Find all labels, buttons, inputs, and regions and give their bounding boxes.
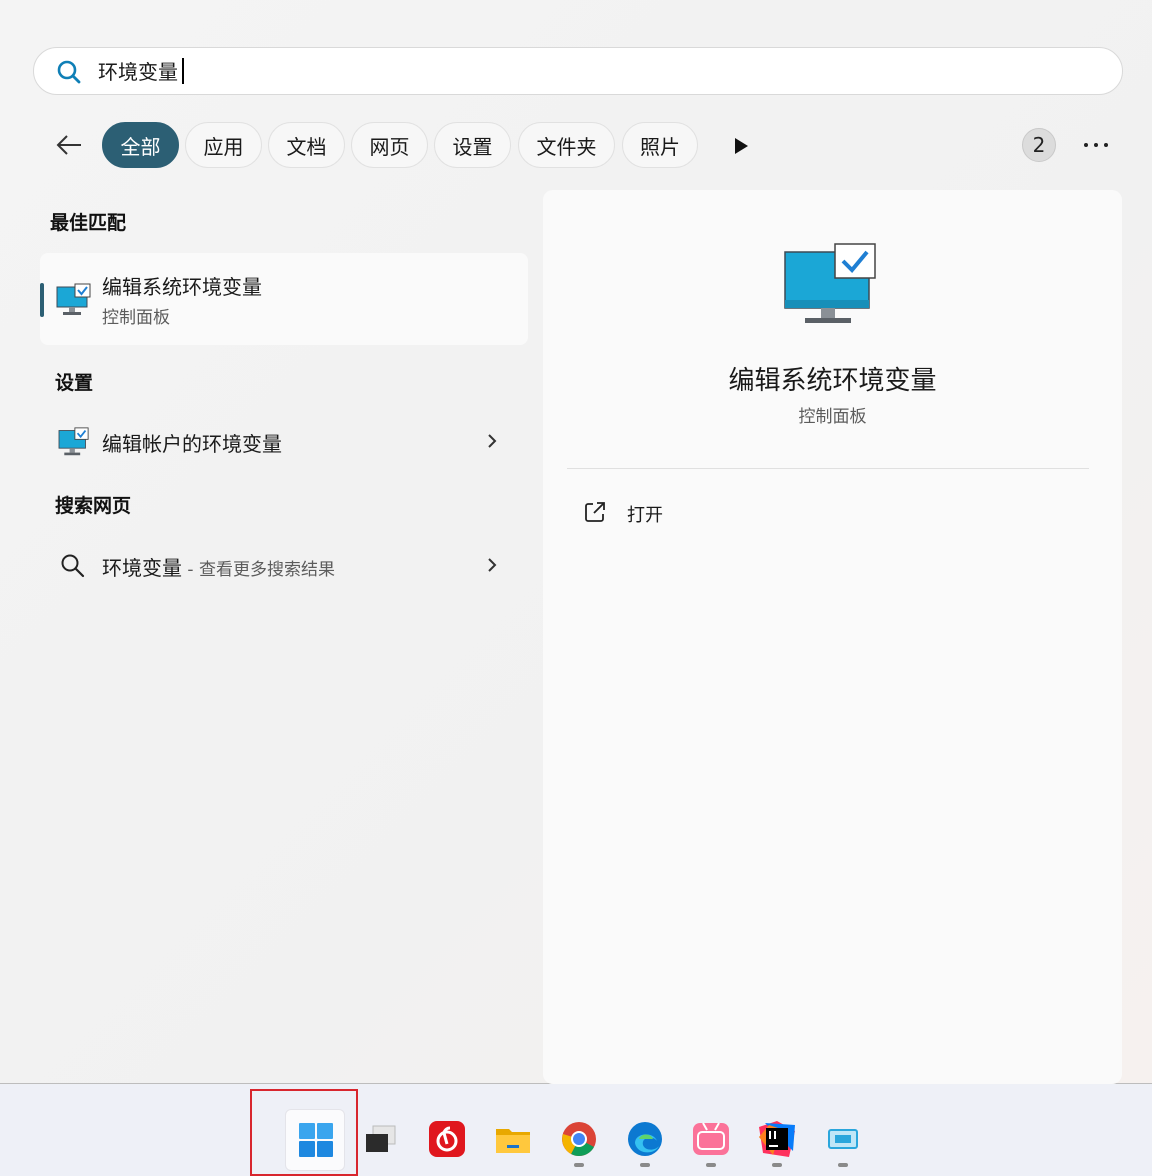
preview-pane: 编辑系统环境变量 控制面板 打开 <box>543 190 1122 1084</box>
filter-chip-documents[interactable]: 文档 <box>268 122 345 168</box>
more-filters-play-icon[interactable] <box>727 133 753 159</box>
chrome-icon <box>562 1122 596 1156</box>
netease-music-icon <box>429 1121 465 1157</box>
search-box[interactable] <box>33 47 1123 95</box>
arrow-left-icon <box>56 135 81 155</box>
task-view-icon <box>366 1125 396 1152</box>
search-input[interactable] <box>98 60 998 84</box>
taskbar-edge[interactable] <box>615 1109 675 1171</box>
system-properties-icon <box>58 427 89 456</box>
file-explorer-icon <box>496 1129 530 1153</box>
search-panel: 全部 应用 文档 网页 设置 文件夹 照片 2 最佳匹配 编辑系统环境变量 控制… <box>0 0 1152 1084</box>
web-search-hint: - 查看更多搜索结果 <box>182 560 335 580</box>
chevron-right-icon <box>488 558 497 572</box>
taskbar-task-view[interactable] <box>351 1109 411 1171</box>
best-match-title: 编辑系统环境变量 <box>102 275 262 299</box>
intellij-idea-icon <box>759 1121 795 1157</box>
text-caret <box>182 58 184 84</box>
running-indicator <box>706 1163 716 1167</box>
taskbar-remote-app[interactable] <box>813 1109 873 1171</box>
filter-chip-apps[interactable]: 应用 <box>185 122 262 168</box>
best-match-heading: 最佳匹配 <box>50 212 127 234</box>
best-match-subtitle: 控制面板 <box>102 308 170 328</box>
more-options-button[interactable] <box>1080 132 1112 158</box>
web-search-result-row[interactable]: 环境变量 - 查看更多搜索结果 <box>40 537 528 593</box>
settings-result-row[interactable]: 编辑帐户的环境变量 <box>40 413 528 469</box>
start-button[interactable] <box>285 1109 345 1171</box>
system-properties-icon <box>784 243 876 323</box>
open-external-icon <box>585 502 605 522</box>
preview-title: 编辑系统环境变量 <box>728 366 937 396</box>
best-match-result[interactable]: 编辑系统环境变量 控制面板 <box>40 253 528 345</box>
windows-start-icon <box>299 1123 333 1157</box>
back-button[interactable] <box>52 128 86 162</box>
running-indicator <box>640 1163 650 1167</box>
ellipsis-icon <box>1084 143 1108 147</box>
filter-chip-photos[interactable]: 照片 <box>622 122 698 168</box>
taskbar-chrome[interactable] <box>549 1109 609 1171</box>
open-action[interactable]: 打开 <box>567 490 767 534</box>
search-icon <box>57 60 81 84</box>
filter-chip-folders[interactable]: 文件夹 <box>518 122 615 168</box>
rewards-badge[interactable]: 2 <box>1022 128 1056 162</box>
settings-result-label: 编辑帐户的环境变量 <box>102 432 282 456</box>
edge-icon <box>628 1122 662 1156</box>
selection-accent <box>40 283 44 317</box>
chevron-right-icon <box>488 434 497 448</box>
taskbar-intellij-idea[interactable] <box>747 1109 807 1171</box>
taskbar-file-explorer[interactable] <box>483 1109 543 1171</box>
running-indicator <box>574 1163 584 1167</box>
preview-subtitle: 控制面板 <box>798 407 867 427</box>
taskbar-bilibili[interactable] <box>681 1109 741 1171</box>
taskbar-netease-music[interactable] <box>417 1109 477 1171</box>
filter-chip-all[interactable]: 全部 <box>102 122 179 168</box>
web-search-query: 环境变量 <box>102 556 182 580</box>
running-indicator <box>838 1163 848 1167</box>
bilibili-icon <box>693 1122 729 1155</box>
open-label: 打开 <box>627 505 663 526</box>
filter-chip-web[interactable]: 网页 <box>351 122 428 168</box>
filter-chip-settings[interactable]: 设置 <box>434 122 511 168</box>
search-icon <box>61 554 85 578</box>
divider <box>567 468 1089 469</box>
running-indicator <box>772 1163 782 1167</box>
remote-app-icon <box>828 1129 858 1149</box>
settings-heading: 设置 <box>55 372 94 394</box>
system-properties-icon <box>56 283 91 315</box>
web-search-heading: 搜索网页 <box>55 495 132 517</box>
web-search-label: 环境变量 - 查看更多搜索结果 <box>102 552 335 581</box>
